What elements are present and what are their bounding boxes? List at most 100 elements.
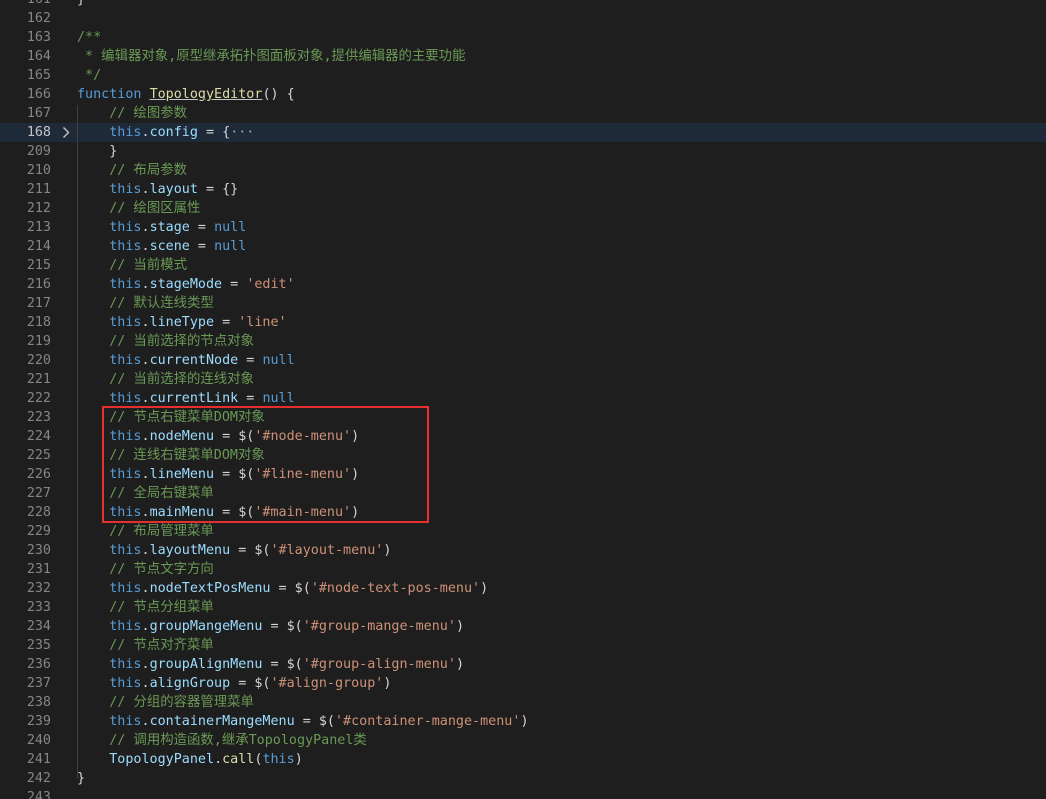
code-line[interactable]: 221 // 当前选择的连线对象	[0, 370, 1046, 389]
line-code[interactable]: this.containerMangeMenu = $('#container-…	[77, 712, 528, 731]
line-code[interactable]: // 当前模式	[77, 256, 187, 275]
code-line[interactable]: 219 // 当前选择的节点对象	[0, 332, 1046, 351]
line-code[interactable]: // 连线右键菜单DOM对象	[77, 446, 265, 465]
code-line[interactable]: 234 this.groupMangeMenu = $('#group-mang…	[0, 617, 1046, 636]
code-line[interactable]: 233 // 节点分组菜单	[0, 598, 1046, 617]
code-line[interactable]: 232 this.nodeTextPosMenu = $('#node-text…	[0, 579, 1046, 598]
line-code[interactable]: this.groupMangeMenu = $('#group-mange-me…	[77, 617, 464, 636]
code-line[interactable]: 241 TopologyPanel.call(this)	[0, 750, 1046, 769]
code-line[interactable]: 218 this.lineType = 'line'	[0, 313, 1046, 332]
code-line[interactable]: 222 this.currentLink = null	[0, 389, 1046, 408]
code-line[interactable]: 209 }	[0, 142, 1046, 161]
code-line[interactable]: 167 // 绘图参数	[0, 104, 1046, 123]
code-line[interactable]: 210 // 布局参数	[0, 161, 1046, 180]
code-line[interactable]: 165 */	[0, 66, 1046, 85]
code-line[interactable]: 225 // 连线右键菜单DOM对象	[0, 446, 1046, 465]
token-comment: */	[77, 68, 102, 83]
token-punct	[77, 353, 109, 368]
token-keyword: this	[109, 315, 142, 330]
line-code[interactable]: */	[77, 66, 101, 85]
line-code[interactable]: this.lineType = 'line'	[77, 313, 286, 332]
code-line[interactable]: 238 // 分组的容器管理菜单	[0, 693, 1046, 712]
line-code[interactable]: // 节点对齐菜单	[77, 636, 214, 655]
code-line[interactable]: 223 // 节点右键菜单DOM对象	[0, 408, 1046, 427]
code-line[interactable]: 168 this.config = {···	[0, 123, 1046, 142]
line-code[interactable]: // 绘图参数	[77, 104, 187, 123]
code-line[interactable]: 237 this.alignGroup = $('#align-group')	[0, 674, 1046, 693]
code-line[interactable]: 162	[0, 9, 1046, 28]
line-code[interactable]: this.nodeTextPosMenu = $('#node-text-pos…	[77, 579, 488, 598]
code-line[interactable]: 235 // 节点对齐菜单	[0, 636, 1046, 655]
line-code[interactable]: // 节点右键菜单DOM对象	[77, 408, 265, 427]
code-editor[interactable]: 161} 162 163 /** 164 * 编辑器对象,原型继承拓扑图面板对象,提供编…	[0, 0, 1046, 799]
code-line[interactable]: 217 // 默认连线类型	[0, 294, 1046, 313]
code-line[interactable]: 224 this.nodeMenu = $('#node-menu')	[0, 427, 1046, 446]
code-line[interactable]: 227 // 全局右键菜单	[0, 484, 1046, 503]
line-code[interactable]: // 节点文字方向	[77, 560, 214, 579]
line-code[interactable]: // 全局右键菜单	[77, 484, 214, 503]
code-line[interactable]: 215 // 当前模式	[0, 256, 1046, 275]
code-line[interactable]: 166 function TopologyEditor() {	[0, 85, 1046, 104]
line-code[interactable]: /**	[77, 28, 101, 47]
line-code[interactable]: this.stage = null	[77, 218, 246, 237]
line-code[interactable]: this.lineMenu = $('#line-menu')	[77, 465, 359, 484]
token-keyword: function	[77, 87, 142, 102]
line-code[interactable]: // 分组的容器管理菜单	[77, 693, 254, 712]
code-line[interactable]: 212 // 绘图区属性	[0, 199, 1046, 218]
line-code[interactable]: this.layoutMenu = $('#layout-menu')	[77, 541, 391, 560]
token-punct: .	[141, 714, 150, 729]
line-code[interactable]: // 布局参数	[77, 161, 187, 180]
code-line[interactable]: 216 this.stageMode = 'edit'	[0, 275, 1046, 294]
code-line[interactable]: 214 this.scene = null	[0, 237, 1046, 256]
line-code[interactable]: }	[77, 142, 117, 161]
token-prop: config	[149, 125, 198, 140]
code-line[interactable]: 240 // 调用构造函数,继承TopologyPanel类	[0, 731, 1046, 750]
line-code[interactable]: this.groupAlignMenu = $('#group-align-me…	[77, 655, 464, 674]
code-line[interactable]: 236 this.groupAlignMenu = $('#group-alig…	[0, 655, 1046, 674]
line-code[interactable]: this.alignGroup = $('#align-group')	[77, 674, 391, 693]
code-line[interactable]: 230 this.layoutMenu = $('#layout-menu')	[0, 541, 1046, 560]
code-line[interactable]: 164 * 编辑器对象,原型继承拓扑图面板对象,提供编辑器的主要功能	[0, 47, 1046, 66]
code-line[interactable]: 228 this.mainMenu = $('#main-menu')	[0, 503, 1046, 522]
line-code[interactable]: // 默认连线类型	[77, 294, 214, 313]
code-line[interactable]: 231 // 节点文字方向	[0, 560, 1046, 579]
code-line[interactable]: 211 this.layout = {}	[0, 180, 1046, 199]
line-code[interactable]: this.stageMode = 'edit'	[77, 275, 294, 294]
line-code[interactable]: // 绘图区属性	[77, 199, 200, 218]
line-code[interactable]: this.scene = null	[77, 237, 246, 256]
code-line[interactable]: 239 this.containerMangeMenu = $('#contai…	[0, 712, 1046, 731]
code-line[interactable]: 242}	[0, 769, 1046, 788]
line-code[interactable]: this.nodeMenu = $('#node-menu')	[77, 427, 359, 446]
token-keyword: this	[262, 752, 295, 767]
code-line[interactable]: 220 this.currentNode = null	[0, 351, 1046, 370]
code-line[interactable]: 163 /**	[0, 28, 1046, 47]
chevron-right-icon[interactable]	[60, 123, 72, 142]
code-line[interactable]: 229 // 布局管理菜单	[0, 522, 1046, 541]
line-code[interactable]: // 当前选择的节点对象	[77, 332, 254, 351]
line-code[interactable]: // 调用构造函数,继承TopologyPanel类	[77, 731, 367, 750]
token-punct: }	[77, 0, 85, 7]
line-code[interactable]: this.config = {···	[77, 123, 254, 142]
token-prop: lineType	[149, 315, 215, 330]
line-code[interactable]: this.layout = {}	[77, 180, 238, 199]
code-line[interactable]: 213 this.stage = null	[0, 218, 1046, 237]
line-code[interactable]: this.currentLink = null	[77, 389, 294, 408]
line-code[interactable]: this.mainMenu = $('#main-menu')	[77, 503, 359, 522]
line-code[interactable]: * 编辑器对象,原型继承拓扑图面板对象,提供编辑器的主要功能	[77, 47, 465, 66]
line-code[interactable]: this.currentNode = null	[77, 351, 294, 370]
line-code[interactable]: // 布局管理菜单	[77, 522, 214, 541]
line-code[interactable]: TopologyPanel.call(this)	[77, 750, 303, 769]
code-line[interactable]: 243	[0, 788, 1046, 799]
token-punct: }	[77, 771, 86, 786]
line-code[interactable]: // 节点分组菜单	[77, 598, 214, 617]
line-code[interactable]: function TopologyEditor() {	[77, 85, 295, 104]
line-code[interactable]: // 当前选择的连线对象	[77, 370, 254, 389]
line-code[interactable]: }	[77, 0, 85, 9]
code-line[interactable]: 226 this.lineMenu = $('#line-menu')	[0, 465, 1046, 484]
code-line[interactable]: 161}	[0, 0, 1046, 9]
token-string: '#align-group'	[270, 676, 384, 691]
line-code[interactable]: }	[77, 769, 85, 788]
token-punct: .	[141, 581, 150, 596]
token-punct	[77, 657, 109, 672]
token-prop: stageMode	[149, 277, 223, 292]
